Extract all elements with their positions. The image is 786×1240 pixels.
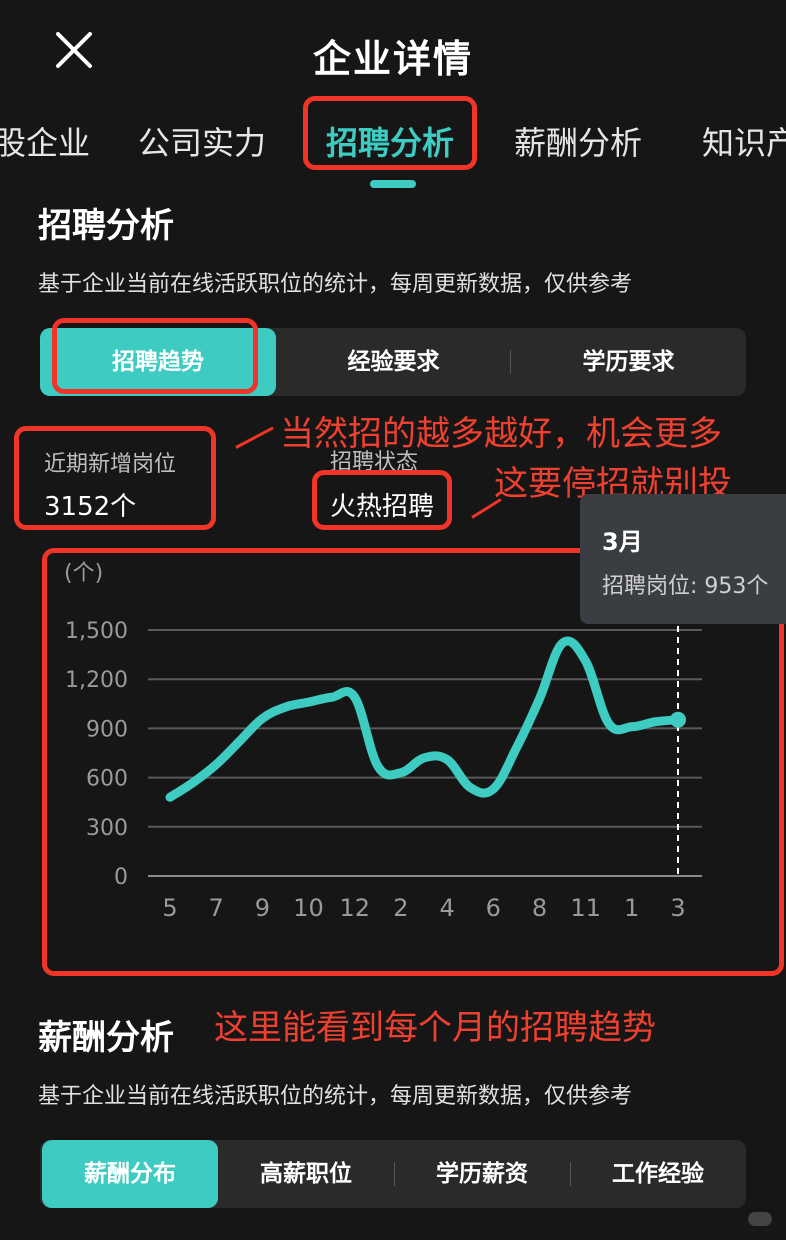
segment-salary-distribution[interactable]: 薪酬分布: [42, 1140, 218, 1208]
segment-education[interactable]: 学历要求: [511, 328, 746, 396]
segment-education-salary[interactable]: 学历薪资: [394, 1140, 570, 1208]
salary-section-title: 薪酬分析: [38, 1018, 174, 1058]
recruit-section-title: 招聘分析: [38, 206, 174, 246]
annotation-note-monthly-trend: 这里能看到每个月的招聘趋势: [214, 1008, 656, 1048]
annotation-note-more-jobs: 当然招的越多越好，机会更多: [280, 414, 722, 454]
annotation-arrow-2: [471, 498, 502, 519]
tab-related-companies[interactable]: 股企业: [0, 118, 90, 164]
tooltip-month: 3月: [602, 528, 643, 556]
active-tab-indicator: [370, 180, 416, 188]
annotation-box-new-jobs: [14, 426, 216, 530]
tab-company-strength[interactable]: 公司实力: [138, 118, 266, 164]
segment-work-experience[interactable]: 工作经验: [570, 1140, 746, 1208]
annotation-box-tab: [303, 96, 477, 170]
segment-experience[interactable]: 经验要求: [276, 328, 511, 396]
tab-salary-analysis[interactable]: 薪酬分析: [514, 118, 642, 164]
annotation-arrow-1: [235, 426, 274, 449]
annotation-box-segment: [52, 318, 258, 394]
recruit-section-subtitle: 基于企业当前在线活跃职位的统计，每周更新数据，仅供参考: [38, 272, 633, 297]
tooltip-value: 招聘岗位: 953个: [602, 574, 769, 599]
tab-intellectual-property[interactable]: 知识产: [702, 118, 786, 164]
salary-segmented-control: 薪酬分布 高薪职位 学历薪资 工作经验: [40, 1140, 746, 1208]
chart-tooltip: 3月 招聘岗位: 953个: [580, 494, 786, 624]
page-title: 企业详情: [312, 37, 473, 81]
segment-high-salary-jobs[interactable]: 高薪职位: [218, 1140, 394, 1208]
annotation-box-status: [312, 470, 452, 530]
salary-section-subtitle: 基于企业当前在线活跃职位的统计，每周更新数据，仅供参考: [38, 1084, 633, 1109]
watermark-badge: [748, 1212, 772, 1226]
